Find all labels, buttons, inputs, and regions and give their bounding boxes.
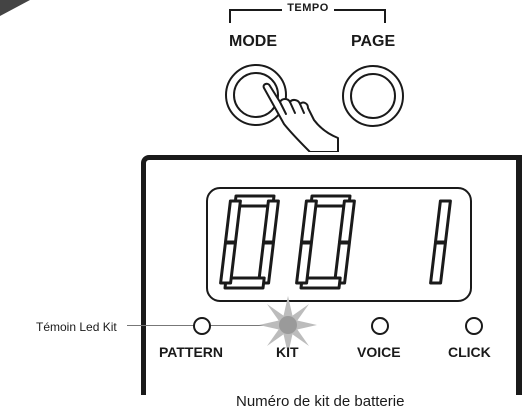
lcd-digits (219, 194, 452, 290)
click-led (465, 317, 483, 335)
pressing-hand-icon (262, 82, 339, 152)
tempo-label: TEMPO (282, 2, 334, 14)
pattern-led (193, 317, 211, 335)
lcd-digit-2 (429, 199, 452, 285)
lcd-digit-1 (295, 194, 356, 290)
mode-button-label: MODE (229, 33, 277, 50)
pattern-label: PATTERN (159, 344, 224, 360)
page-button[interactable] (342, 65, 404, 127)
kit-label: KIT (276, 344, 299, 360)
kit-led-callout-text: Témoin Led Kit (36, 320, 117, 334)
page-button-label: PAGE (351, 33, 396, 50)
voice-led (371, 317, 389, 335)
lcd-digit-0 (219, 194, 280, 290)
voice-label: VOICE (357, 344, 401, 360)
click-label: CLICK (448, 344, 491, 360)
corner-shape (0, 0, 30, 16)
caption: Numéro de kit de batterie (236, 393, 405, 410)
panel-right-edge (516, 155, 522, 395)
